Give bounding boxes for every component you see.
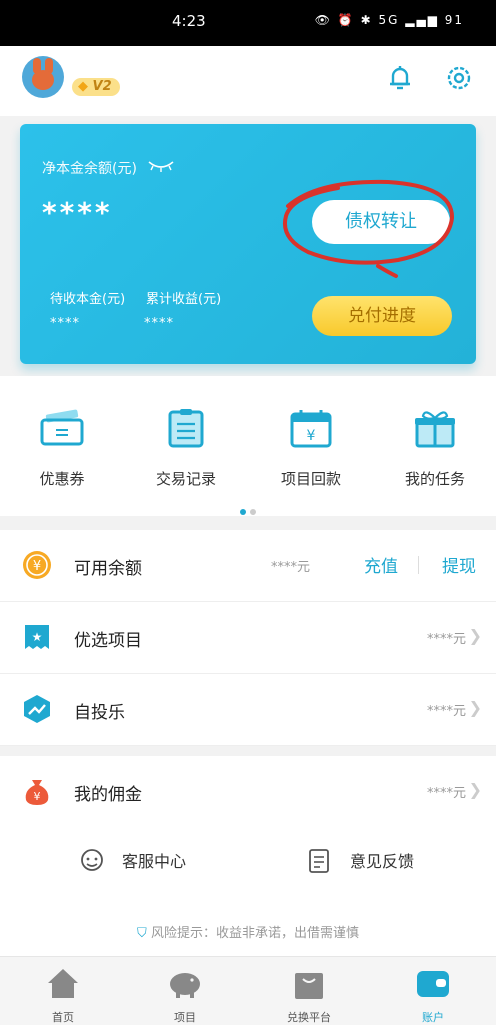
wallet-icon [417, 971, 449, 997]
feedback-link[interactable]: 意见反馈 [350, 848, 414, 872]
tab-label: 账户 [422, 1011, 444, 1024]
svg-text:¥: ¥ [307, 428, 316, 444]
row-value: ****元 [426, 632, 466, 647]
star-ticket-icon: ★ [25, 625, 49, 649]
eye-closed-icon[interactable] [148, 160, 174, 172]
tab-bar: 首页 项目 兑换平台 账户 [0, 956, 496, 1025]
risk-notice-text: 风险提示：收益非承诺，出借需谨慎 [150, 926, 359, 941]
tab-label: 首页 [52, 1011, 74, 1024]
tab-home[interactable]: 首页 [18, 965, 108, 1025]
vip-badge[interactable]: ◆ V2 [72, 78, 120, 96]
diamond-icon: ◆ [78, 79, 88, 94]
home-icon [48, 969, 78, 998]
svg-text:¥: ¥ [33, 559, 41, 574]
quick-repayment[interactable]: ¥ 项目回款 [261, 408, 361, 489]
gift-icon [415, 411, 455, 448]
row-value: ****元 [270, 560, 310, 575]
chevron-right-icon: ❯ [468, 626, 482, 645]
vip-level: V2 [92, 79, 112, 94]
clipboard-icon [168, 409, 204, 448]
tab-label: 项目 [174, 1011, 196, 1024]
net-principal-value: **** [42, 196, 113, 229]
quick-transactions[interactable]: 交易记录 [136, 408, 236, 489]
bell-icon[interactable] [386, 64, 414, 92]
quick-label: 项目回款 [280, 470, 341, 488]
tab-account[interactable]: 账户 [388, 965, 478, 1025]
avatar[interactable] [22, 56, 64, 98]
chevron-right-icon: ❯ [468, 698, 482, 717]
trend-hexagon-icon [24, 695, 50, 723]
quick-tasks[interactable]: 我的任务 [385, 408, 485, 489]
feedback-icon[interactable] [308, 848, 332, 874]
customer-service-link[interactable]: 客服中心 [122, 848, 186, 872]
headset-icon[interactable] [78, 846, 106, 874]
payment-progress-button[interactable]: 兑付进度 [312, 296, 452, 336]
status-icons: 👁 ⏰ ✱ 5G ▂▄▆ 91 [314, 13, 464, 27]
row-value: ****元 [426, 786, 466, 801]
svg-text:¥: ¥ [34, 790, 41, 803]
row-label: 我的佣金 [74, 785, 142, 805]
coupon-icon [40, 409, 84, 446]
money-bag-icon: ¥ [25, 780, 49, 805]
row-label: 可用余额 [74, 559, 142, 579]
row-my-commission[interactable]: ¥ 我的佣金 ****元 ❯ [0, 756, 496, 827]
divider [418, 556, 419, 574]
row-available-balance[interactable]: ¥ 可用余额 ****元 充值 提现 [0, 530, 496, 602]
header: ◆ V2 [0, 46, 496, 116]
net-principal-label: 净本金余额(元) [42, 161, 137, 177]
quick-label: 交易记录 [155, 470, 216, 488]
quick-coupon[interactable]: 优惠券 [12, 408, 112, 489]
row-label: 优选项目 [74, 631, 142, 651]
yuan-coin-icon: ¥ [23, 551, 51, 579]
risk-notice: ⛉ 风险提示：收益非承诺，出借需谨慎 [0, 922, 496, 941]
row-self-invest[interactable]: 自投乐 ****元 ❯ [0, 674, 496, 746]
tab-projects[interactable]: 项目 [140, 965, 230, 1025]
row-featured-projects[interactable]: ★ 优选项目 ****元 ❯ [0, 602, 496, 674]
quick-actions: 优惠券 交易记录 ¥ 项目回款 我的任务 [0, 376, 496, 516]
tab-exchange[interactable]: 兑换平台 [264, 965, 354, 1025]
row-label: 自投乐 [74, 703, 125, 723]
withdraw-link[interactable]: 提现 [442, 552, 476, 577]
page-indicator [238, 500, 258, 519]
red-circle-annotation [283, 179, 455, 278]
shopping-bag-icon [295, 973, 323, 999]
commission-section: ¥ 我的佣金 ****元 ❯ 客服中心 意见反馈 ⛉ 风险提示：收益非承诺，出借… [0, 756, 496, 956]
calendar-icon: ¥ [290, 410, 332, 448]
status-time: 4:23 [172, 12, 206, 30]
pending-principal-label: 待收本金(元) [50, 292, 126, 307]
shield-check-icon: ⛉ [137, 926, 147, 941]
pending-principal-value: **** [50, 316, 80, 331]
recharge-link[interactable]: 充值 [364, 552, 398, 577]
status-bar: 4:23 👁 ⏰ ✱ 5G ▂▄▆ 91 [0, 0, 496, 46]
chevron-right-icon: ❯ [468, 780, 482, 799]
balance-card: 净本金余额(元) **** 债权转让 待收本金(元) 累计收益(元) **** … [20, 124, 476, 364]
svg-text:★: ★ [32, 630, 43, 644]
gear-icon[interactable] [445, 64, 473, 92]
quick-label: 优惠券 [39, 470, 85, 488]
cumulative-earnings-value: **** [144, 316, 174, 331]
quick-label: 我的任务 [404, 470, 465, 488]
row-value: ****元 [426, 704, 466, 719]
tab-label: 兑换平台 [287, 1011, 331, 1024]
piggy-bank-icon [170, 973, 200, 998]
cumulative-earnings-label: 累计收益(元) [146, 292, 222, 307]
account-list: ¥ 可用余额 ****元 充值 提现 ★ 优选项目 ****元 ❯ 自投乐 **… [0, 530, 496, 746]
